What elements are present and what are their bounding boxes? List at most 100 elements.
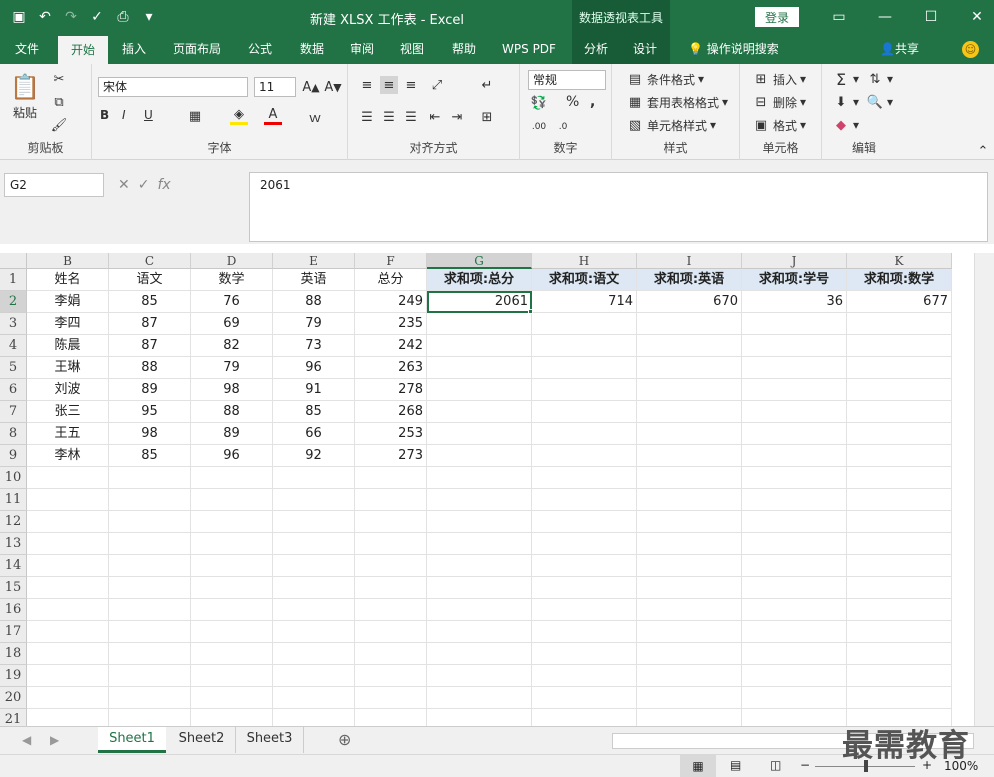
row-header[interactable]: 16 xyxy=(0,599,27,621)
grid-cell[interactable] xyxy=(191,687,273,709)
column-header[interactable]: H xyxy=(532,253,637,269)
scroll-right-icon[interactable]: ▶ xyxy=(50,733,59,747)
column-header[interactable]: G xyxy=(427,253,532,269)
fill-handle[interactable] xyxy=(528,309,533,314)
grid-cell[interactable] xyxy=(532,423,637,445)
decrease-font-button[interactable]: A ▼ xyxy=(324,78,342,96)
decrease-indent-button[interactable]: ⇤ xyxy=(426,108,444,126)
row-header[interactable]: 19 xyxy=(0,665,27,687)
grid-cell[interactable] xyxy=(637,423,742,445)
active-cell[interactable]: 2061 xyxy=(427,291,532,313)
grid-cell[interactable] xyxy=(742,577,847,599)
grid-cell[interactable] xyxy=(427,555,532,577)
grid-cell[interactable] xyxy=(532,687,637,709)
grid-cell[interactable] xyxy=(742,467,847,489)
row-header[interactable]: 11 xyxy=(0,489,27,511)
fill-button[interactable]: ⬇ ▾ xyxy=(832,93,859,111)
format-painter-qat-icon[interactable]: ✓ xyxy=(86,6,108,28)
font-color-button[interactable]: A xyxy=(264,107,282,125)
grid-cell[interactable] xyxy=(109,577,191,599)
add-sheet-icon[interactable]: ⊕ xyxy=(338,730,351,749)
grid-cell[interactable] xyxy=(847,423,952,445)
grid-cell[interactable] xyxy=(27,577,109,599)
row-header[interactable]: 2 xyxy=(0,291,27,313)
grid-cell[interactable] xyxy=(532,621,637,643)
pivot-value-cell[interactable]: 670 xyxy=(637,291,742,313)
table-data-cell[interactable]: 李林 xyxy=(27,445,109,467)
customize-qat-icon[interactable]: ▾ xyxy=(138,6,160,28)
table-data-cell[interactable]: 89 xyxy=(191,423,273,445)
grid-cell[interactable] xyxy=(427,379,532,401)
increase-font-button[interactable]: A ▲ xyxy=(302,78,320,96)
grid-cell[interactable] xyxy=(273,511,355,533)
maximize-icon[interactable]: ☐ xyxy=(908,0,954,34)
currency-button[interactable]: 💱 xyxy=(530,94,548,112)
grid-cell[interactable] xyxy=(637,709,742,726)
column-header[interactable]: D xyxy=(191,253,273,269)
column-header[interactable]: K xyxy=(847,253,952,269)
grid-cell[interactable] xyxy=(109,643,191,665)
row-header[interactable]: 9 xyxy=(0,445,27,467)
pivot-value-cell[interactable]: 714 xyxy=(532,291,637,313)
clear-button[interactable]: ◆ ▾ xyxy=(832,116,859,134)
increase-decimal-button[interactable]: .00 xyxy=(530,118,548,136)
row-header[interactable]: 6 xyxy=(0,379,27,401)
grid-cell[interactable] xyxy=(427,665,532,687)
close-icon[interactable]: ✕ xyxy=(954,0,994,34)
formula-input[interactable]: 2061 xyxy=(249,172,988,242)
column-header[interactable]: J xyxy=(742,253,847,269)
table-data-cell[interactable]: 273 xyxy=(355,445,427,467)
grid-cell[interactable] xyxy=(847,467,952,489)
column-header[interactable]: B xyxy=(27,253,109,269)
grid-cell[interactable] xyxy=(637,357,742,379)
grid-cell[interactable] xyxy=(637,335,742,357)
grid-cell[interactable] xyxy=(27,643,109,665)
pivot-value-cell[interactable]: 36 xyxy=(742,291,847,313)
grid-cell[interactable] xyxy=(637,621,742,643)
italic-button[interactable]: I xyxy=(122,108,126,122)
table-data-cell[interactable]: 253 xyxy=(355,423,427,445)
grid-cell[interactable] xyxy=(847,643,952,665)
insert-cells-button[interactable]: ⊞ 插入 ▾ xyxy=(752,70,807,88)
grid-cell[interactable] xyxy=(847,511,952,533)
grid-cell[interactable] xyxy=(742,423,847,445)
ribbon-display-icon[interactable]: ▭ xyxy=(816,0,862,34)
tab-page-layout[interactable]: 页面布局 xyxy=(164,34,230,64)
align-middle-button[interactable]: ≡ xyxy=(380,76,398,94)
grid-cell[interactable] xyxy=(427,599,532,621)
row-header[interactable]: 4 xyxy=(0,335,27,357)
table-data-cell[interactable]: 92 xyxy=(273,445,355,467)
autosum-button[interactable]: Σ ▾ xyxy=(832,70,859,89)
table-data-cell[interactable]: 242 xyxy=(355,335,427,357)
table-data-cell[interactable]: 刘波 xyxy=(27,379,109,401)
table-data-cell[interactable]: 98 xyxy=(191,379,273,401)
grid-cell[interactable] xyxy=(742,489,847,511)
grid-cell[interactable] xyxy=(637,445,742,467)
fill-color-button[interactable]: ◈ xyxy=(230,107,248,125)
tab-help[interactable]: 帮助 xyxy=(442,34,486,64)
grid-cell[interactable] xyxy=(742,335,847,357)
grid-cell[interactable] xyxy=(109,599,191,621)
grid-cell[interactable] xyxy=(742,621,847,643)
grid-cell[interactable] xyxy=(355,687,427,709)
grid-cell[interactable] xyxy=(532,357,637,379)
table-data-cell[interactable]: 249 xyxy=(355,291,427,313)
table-data-cell[interactable]: 82 xyxy=(191,335,273,357)
table-data-cell[interactable]: 89 xyxy=(109,379,191,401)
copy-button[interactable]: ⧉ xyxy=(50,93,68,111)
grid-cell[interactable] xyxy=(847,533,952,555)
print-preview-icon[interactable]: ⎙ xyxy=(112,6,134,28)
grid-cell[interactable] xyxy=(355,467,427,489)
grid-cell[interactable] xyxy=(27,467,109,489)
increase-indent-button[interactable]: ⇥ xyxy=(448,108,466,126)
grid-cell[interactable] xyxy=(637,643,742,665)
grid-cell[interactable] xyxy=(532,401,637,423)
grid-cell[interactable] xyxy=(109,511,191,533)
grid-cell[interactable] xyxy=(427,643,532,665)
row-header[interactable]: 17 xyxy=(0,621,27,643)
grid-cell[interactable] xyxy=(355,577,427,599)
enter-icon[interactable]: ✓ xyxy=(138,173,150,197)
grid-cell[interactable] xyxy=(637,599,742,621)
table-data-cell[interactable]: 88 xyxy=(191,401,273,423)
grid-cell[interactable] xyxy=(637,511,742,533)
